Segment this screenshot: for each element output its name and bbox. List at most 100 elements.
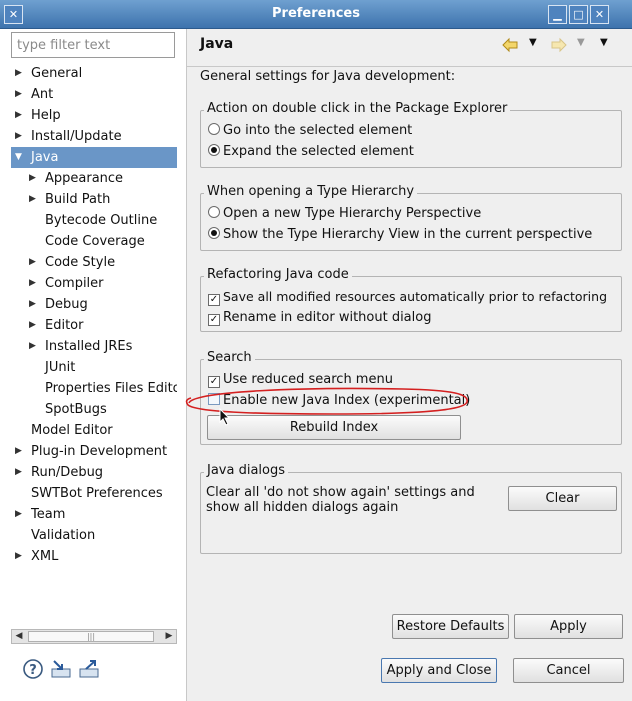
scroll-thumb[interactable]: ||| <box>28 631 154 642</box>
apply-and-close-button[interactable]: Apply and Close <box>381 658 497 683</box>
tree-item[interactable]: Bytecode Outline <box>11 210 177 231</box>
collapsed-arrow-icon[interactable]: ▶ <box>29 273 39 294</box>
tree-item[interactable]: Properties Files Edito <box>11 378 177 399</box>
tree-item-label: Plug-in Development <box>31 444 168 459</box>
type-hierarchy-group: When opening a Type Hierarchy Open a new… <box>200 184 622 251</box>
preference-navigation-pane: ▶ General ▶ Ant ▶ Help ▶ Install/Update ▼ Java ▶ Ap… <box>0 29 187 701</box>
collapsed-arrow-icon[interactable]: ▶ <box>15 126 25 147</box>
group-title: Refactoring Java code <box>204 267 352 282</box>
tree-item-label: Properties Files Edito <box>45 381 177 396</box>
java-dialogs-text: Clear all 'do not show again' settings a… <box>206 485 475 515</box>
radio-expand[interactable]: Expand the selected element <box>208 142 414 162</box>
cancel-button[interactable]: Cancel <box>513 658 624 683</box>
tree-item[interactable]: ▶ Compiler <box>11 273 177 294</box>
help-icon[interactable]: ? <box>22 658 44 680</box>
tree-item[interactable]: Model Editor <box>11 420 177 441</box>
apply-button[interactable]: Apply <box>514 614 623 639</box>
minimize-icon[interactable]: ▁ <box>548 5 567 24</box>
tree-item[interactable]: ▶ Installed JREs <box>11 336 177 357</box>
tree-item[interactable]: SpotBugs <box>11 399 177 420</box>
tree-item-label: Compiler <box>45 276 104 291</box>
collapsed-arrow-icon[interactable]: ▶ <box>29 315 39 336</box>
checkbox[interactable]: ✓ <box>208 314 220 326</box>
option-label: Expand the selected element <box>223 144 414 159</box>
collapsed-arrow-icon[interactable]: ▶ <box>15 63 25 84</box>
tree-item-label: Install/Update <box>31 129 122 144</box>
preference-tree[interactable]: ▶ General ▶ Ant ▶ Help ▶ Install/Update ▼ Java ▶ Ap… <box>11 63 177 629</box>
title-separator <box>187 66 632 67</box>
checkbox-rename-in-editor[interactable]: ✓ Rename in editor without dialog <box>208 308 431 328</box>
collapsed-arrow-icon[interactable]: ▶ <box>15 462 25 483</box>
tree-item[interactable]: Code Coverage <box>11 231 177 252</box>
tree-horizontal-scrollbar[interactable]: ◀ ||| ▶ <box>11 629 177 644</box>
radio-go-into[interactable]: Go into the selected element <box>208 121 412 141</box>
tree-item[interactable]: Validation <box>11 525 177 546</box>
tree-item-label: Run/Debug <box>31 465 104 480</box>
tree-item-label: Validation <box>31 528 96 543</box>
checkbox-save-resources[interactable]: ✓ Save all modified resources automatical… <box>208 287 607 307</box>
filter-input[interactable] <box>11 32 175 58</box>
collapsed-arrow-icon[interactable]: ▶ <box>15 105 25 126</box>
tree-item[interactable]: ▶ Code Style <box>11 252 177 273</box>
collapsed-arrow-icon[interactable]: ▶ <box>15 546 25 567</box>
group-title: Java dialogs <box>204 463 289 478</box>
collapsed-arrow-icon[interactable]: ▶ <box>15 504 25 525</box>
back-arrow-icon[interactable] <box>501 37 519 53</box>
tree-item[interactable]: ▼ Java <box>11 147 177 168</box>
tree-item[interactable]: ▶ XML <box>11 546 177 567</box>
close-icon[interactable]: ✕ <box>590 5 609 24</box>
tree-item-label: Ant <box>31 87 54 102</box>
radio-open-perspective[interactable]: Open a new Type Hierarchy Perspective <box>208 204 481 224</box>
scroll-left-icon[interactable]: ◀ <box>12 630 26 643</box>
collapsed-arrow-icon[interactable]: ▶ <box>29 252 39 273</box>
clear-button[interactable]: Clear <box>508 486 617 511</box>
tree-item-label: SWTBot Preferences <box>31 486 163 501</box>
export-icon[interactable] <box>78 658 100 680</box>
tree-item[interactable]: ▶ Help <box>11 105 177 126</box>
expanded-arrow-icon[interactable]: ▼ <box>15 147 25 168</box>
tree-item[interactable]: ▶ Appearance <box>11 168 177 189</box>
tree-item[interactable]: SWTBot Preferences <box>11 483 177 504</box>
forward-arrow-icon[interactable] <box>550 37 568 53</box>
radio-button[interactable] <box>208 144 220 156</box>
view-menu-icon[interactable]: ▼ <box>600 37 608 48</box>
tree-item-label: XML <box>31 549 59 564</box>
tree-item[interactable]: ▶ Team <box>11 504 177 525</box>
checkbox[interactable]: ✓ <box>208 294 220 306</box>
tree-item[interactable]: JUnit <box>11 357 177 378</box>
radio-show-view[interactable]: Show the Type Hierarchy View in the curr… <box>208 225 592 245</box>
tree-item-label: SpotBugs <box>45 402 107 417</box>
forward-dropdown-icon[interactable]: ▼ <box>577 37 585 48</box>
collapsed-arrow-icon[interactable]: ▶ <box>15 441 25 462</box>
import-icon[interactable] <box>50 658 72 680</box>
rebuild-index-button[interactable]: Rebuild Index <box>207 415 461 440</box>
tree-item-label: Appearance <box>45 171 124 186</box>
window-titlebar[interactable]: ✕ Preferences ▁ □ ✕ <box>0 0 632 29</box>
scroll-right-icon[interactable]: ▶ <box>162 630 176 643</box>
collapsed-arrow-icon[interactable]: ▶ <box>29 168 39 189</box>
radio-button[interactable] <box>208 206 220 218</box>
restore-defaults-button[interactable]: Restore Defaults <box>392 614 509 639</box>
page-description: General settings for Java development: <box>200 69 456 84</box>
tree-item[interactable]: ▶ General <box>11 63 177 84</box>
collapsed-arrow-icon[interactable]: ▶ <box>29 294 39 315</box>
tree-item[interactable]: ▶ Plug-in Development <box>11 441 177 462</box>
tree-item[interactable]: ▶ Run/Debug <box>11 462 177 483</box>
collapsed-arrow-icon[interactable]: ▶ <box>29 189 39 210</box>
tree-item[interactable]: ▶ Editor <box>11 315 177 336</box>
tree-item[interactable]: ▶ Build Path <box>11 189 177 210</box>
mouse-cursor-icon <box>219 408 231 426</box>
tree-item-label: Debug <box>45 297 88 312</box>
collapsed-arrow-icon[interactable]: ▶ <box>29 336 39 357</box>
tree-item-label: Bytecode Outline <box>45 213 158 228</box>
window-title: Preferences <box>272 6 360 21</box>
radio-button[interactable] <box>208 227 220 239</box>
tree-item-label: Code Coverage <box>45 234 145 249</box>
back-dropdown-icon[interactable]: ▼ <box>529 37 537 48</box>
radio-button[interactable] <box>208 123 220 135</box>
tree-item[interactable]: ▶ Debug <box>11 294 177 315</box>
tree-item[interactable]: ▶ Install/Update <box>11 126 177 147</box>
tree-item[interactable]: ▶ Ant <box>11 84 177 105</box>
collapsed-arrow-icon[interactable]: ▶ <box>15 84 25 105</box>
maximize-icon[interactable]: □ <box>569 5 588 24</box>
